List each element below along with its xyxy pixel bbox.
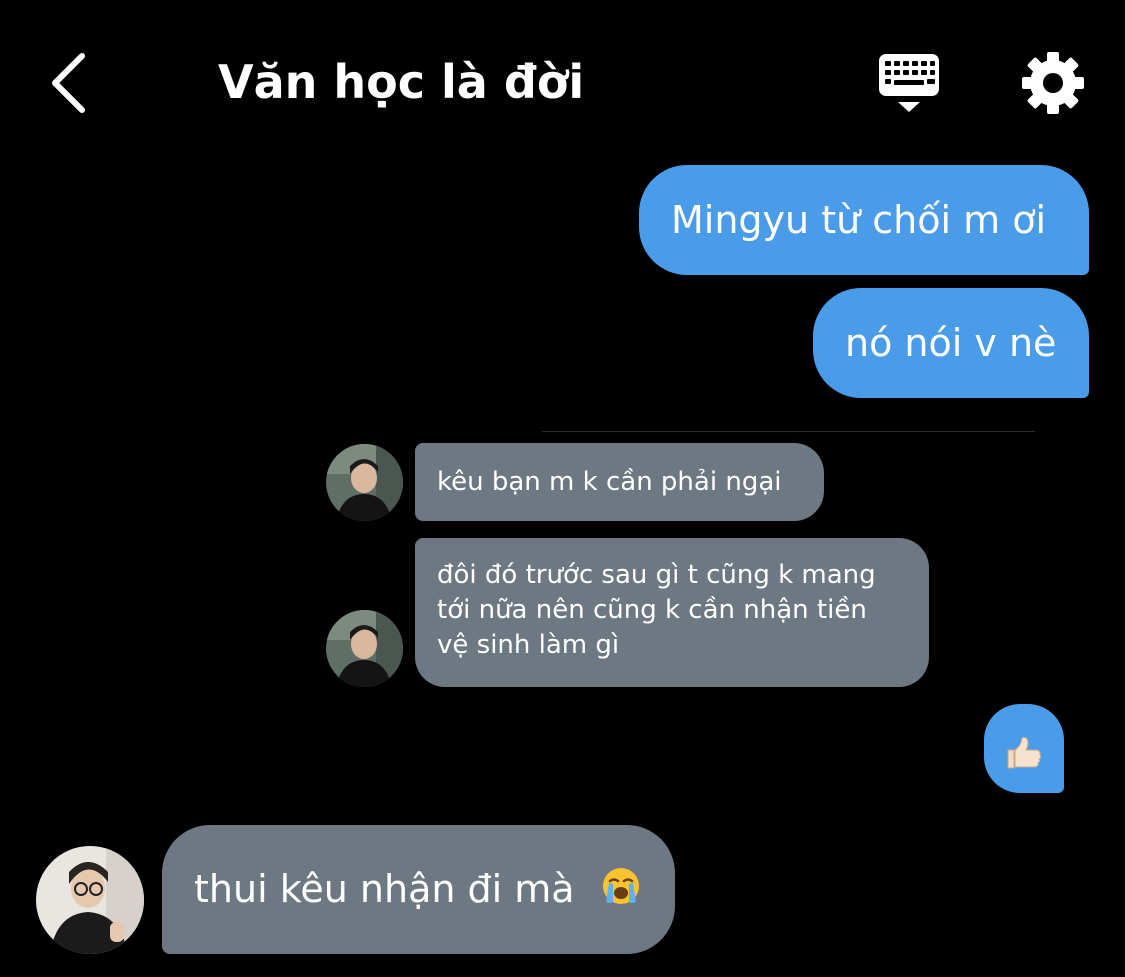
chat-title: Văn học là đời: [218, 55, 585, 109]
message-text: thui kêu nhận đi mà: [194, 867, 575, 911]
avatar-image: [326, 610, 403, 687]
sender-avatar[interactable]: [326, 444, 403, 521]
message-line: tới nữa nên cũng k cần nhận tiền: [437, 595, 867, 625]
outgoing-message-bubble[interactable]: Mingyu từ chối m ơi: [639, 165, 1089, 275]
message-text: kêu bạn m k cần phải ngại: [437, 467, 782, 497]
outgoing-message-bubble[interactable]: nó nói v nè: [813, 288, 1089, 398]
divider: [542, 431, 1035, 432]
settings-button[interactable]: [1020, 50, 1086, 116]
message-line: đôi đó trước sau gì t cũng k mang: [437, 560, 876, 590]
sender-avatar[interactable]: [326, 610, 403, 687]
chevron-left-icon: [52, 53, 85, 113]
keyboard-icon: [879, 54, 939, 112]
keyboard-button[interactable]: [874, 50, 944, 116]
thumbs-up-emoji: [1007, 737, 1042, 769]
gear-icon: [1022, 52, 1084, 114]
message-text: Mingyu từ chối m ơi: [671, 198, 1047, 242]
sender-avatar[interactable]: [36, 846, 144, 954]
message-line: vệ sinh làm gì: [437, 630, 620, 660]
back-button[interactable]: [40, 48, 96, 118]
message-text: nó nói v nè: [845, 321, 1057, 365]
avatar-image: [326, 444, 403, 521]
outgoing-emoji-bubble[interactable]: [984, 704, 1064, 793]
incoming-message-bubble[interactable]: đôi đó trước sau gì t cũng k mang tới nữ…: [415, 538, 929, 687]
loudly-crying-emoji: [602, 868, 639, 904]
incoming-message-bubble[interactable]: kêu bạn m k cần phải ngại: [415, 443, 824, 521]
incoming-message-bubble[interactable]: thui kêu nhận đi mà: [162, 825, 675, 954]
avatar-image: [36, 846, 144, 954]
